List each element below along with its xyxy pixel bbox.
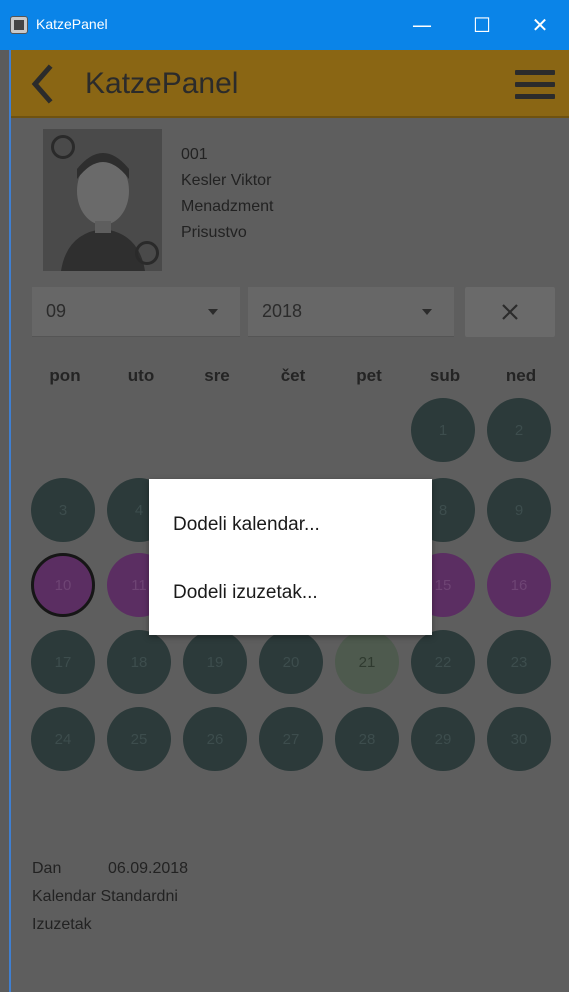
calendar-day[interactable]: 26	[183, 707, 247, 771]
weekday-sat: sub	[429, 366, 461, 385]
employee-photo	[43, 129, 162, 271]
detail-day-row: Dan 06.09.2018	[32, 860, 188, 878]
month-dropdown-value: 09	[46, 301, 67, 321]
month-dropdown[interactable]: 09	[32, 287, 240, 337]
window-title: KatzePanel	[36, 16, 108, 32]
calendar-day[interactable]: 23	[487, 630, 551, 694]
weekday-fri: pet	[356, 366, 382, 385]
calendar-day[interactable]: 25	[107, 707, 171, 771]
assign-calendar-menu-item[interactable]: Dodeli kalendar...	[149, 495, 432, 555]
year-dropdown[interactable]: 2018	[248, 287, 454, 337]
calendar-day-selected[interactable]: 10	[31, 553, 95, 617]
detail-calendar-label: Kalendar	[32, 888, 97, 905]
detail-exception-label: Izuzetak	[32, 916, 92, 933]
detail-calendar-value: Standardni	[100, 888, 178, 905]
context-menu: Dodeli kalendar... Dodeli izuzetak...	[149, 479, 432, 635]
calendar-day[interactable]: 9	[487, 478, 551, 542]
detail-day-value: 06.09.2018	[108, 860, 189, 877]
calendar-day-today[interactable]: 21	[335, 630, 399, 694]
detail-day-label: Dan	[32, 860, 62, 877]
chevron-down-icon	[422, 309, 432, 315]
app-icon	[10, 16, 28, 34]
calendar-day[interactable]: 28	[335, 707, 399, 771]
calendar-day[interactable]: 29	[411, 707, 475, 771]
hamburger-menu-icon[interactable]	[515, 68, 555, 102]
assign-exception-menu-item[interactable]: Dodeli izuzetak...	[149, 563, 432, 623]
calendar-day[interactable]: 19	[183, 630, 247, 694]
employee-name: Kesler Viktor	[181, 172, 272, 189]
clear-filter-button[interactable]	[465, 287, 555, 337]
detail-calendar-row: Kalendar Standardni	[32, 888, 178, 906]
maximize-button[interactable]: ☐	[453, 0, 511, 50]
weekday-tue: uto	[127, 366, 155, 385]
employee-id: 001	[181, 146, 208, 163]
calendar-day[interactable]: 17	[31, 630, 95, 694]
calendar-day[interactable]: 20	[259, 630, 323, 694]
calendar-day-holiday[interactable]: 16	[487, 553, 551, 617]
weekday-wed: sre	[204, 366, 230, 385]
close-window-button[interactable]: ✕	[511, 0, 569, 50]
close-icon	[502, 304, 518, 320]
employee-status: Prisustvo	[181, 224, 247, 241]
calendar-day[interactable]: 30	[487, 707, 551, 771]
photo-stamp-icon	[51, 135, 75, 159]
calendar-day[interactable]: 27	[259, 707, 323, 771]
calendar-day[interactable]: 1	[411, 398, 475, 462]
chevron-left-icon[interactable]	[25, 64, 61, 104]
calendar-day[interactable]: 2	[487, 398, 551, 462]
calendar-day[interactable]: 24	[31, 707, 95, 771]
employee-department: Menadzment	[181, 198, 274, 215]
weekday-mon: pon	[49, 366, 81, 385]
calendar-day[interactable]: 18	[107, 630, 171, 694]
app-title: KatzePanel	[85, 67, 239, 100]
minimize-button[interactable]: —	[393, 0, 451, 50]
year-dropdown-value: 2018	[262, 301, 303, 321]
app-bar: KatzePanel	[11, 50, 569, 118]
calendar-day[interactable]: 22	[411, 630, 475, 694]
detail-exception-row: Izuzetak	[32, 916, 92, 934]
calendar-day[interactable]: 3	[31, 478, 95, 542]
weekday-sun: ned	[505, 366, 537, 385]
chevron-down-icon	[208, 309, 218, 315]
window-titlebar: KatzePanel — ☐ ✕	[0, 0, 569, 50]
weekday-thu: čet	[280, 366, 306, 385]
photo-stamp-icon	[135, 241, 159, 265]
